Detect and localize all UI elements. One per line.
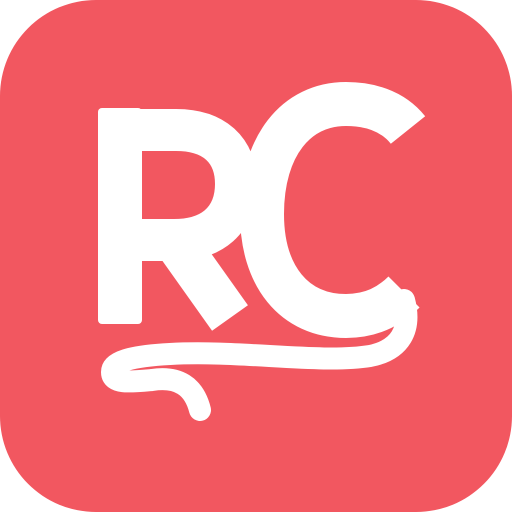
logo-text: RC <box>0 0 2 1</box>
rc-logo-icon: RC <box>0 0 512 512</box>
app-icon[interactable]: RC <box>0 0 512 512</box>
